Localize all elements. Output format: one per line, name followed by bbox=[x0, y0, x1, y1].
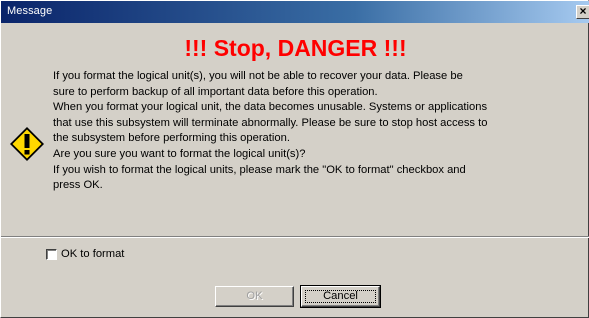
ok-to-format-row[interactable]: OK to format bbox=[46, 247, 124, 261]
ok-to-format-label[interactable]: OK to format bbox=[61, 248, 124, 260]
cancel-label: Cancel bbox=[323, 290, 358, 302]
ok-to-format-checkbox[interactable] bbox=[46, 248, 57, 260]
message-line: press OK. bbox=[53, 179, 103, 192]
title-bar[interactable]: Message × bbox=[1, 1, 589, 23]
danger-heading: !!! Stop, DANGER !!! bbox=[184, 35, 407, 61]
message-dialog: Message × !!! Stop, DANGER !!! If you fo… bbox=[0, 0, 589, 318]
message-line: the subsystem before performing this ope… bbox=[53, 132, 290, 145]
cancel-button[interactable]: Cancel bbox=[300, 285, 381, 308]
close-icon: × bbox=[579, 5, 587, 18]
ok-button[interactable]: OK bbox=[215, 286, 294, 307]
message-line: that use this subsystem will terminate a… bbox=[53, 116, 488, 129]
window-title: Message bbox=[7, 5, 53, 17]
warning-icon bbox=[10, 127, 44, 161]
message-line: If you format the logical unit(s), you w… bbox=[53, 70, 463, 82]
message-line: sure to perform backup of all important … bbox=[53, 85, 378, 98]
message-line: When you format your logical unit, the d… bbox=[53, 101, 488, 114]
close-button[interactable]: × bbox=[576, 5, 589, 19]
separator bbox=[1, 236, 589, 238]
message-text: If you format the logical unit(s), you w… bbox=[53, 69, 583, 194]
message-line: Are you sure you want to format the logi… bbox=[53, 147, 306, 160]
message-line: If you wish to format the logical units,… bbox=[53, 163, 466, 176]
